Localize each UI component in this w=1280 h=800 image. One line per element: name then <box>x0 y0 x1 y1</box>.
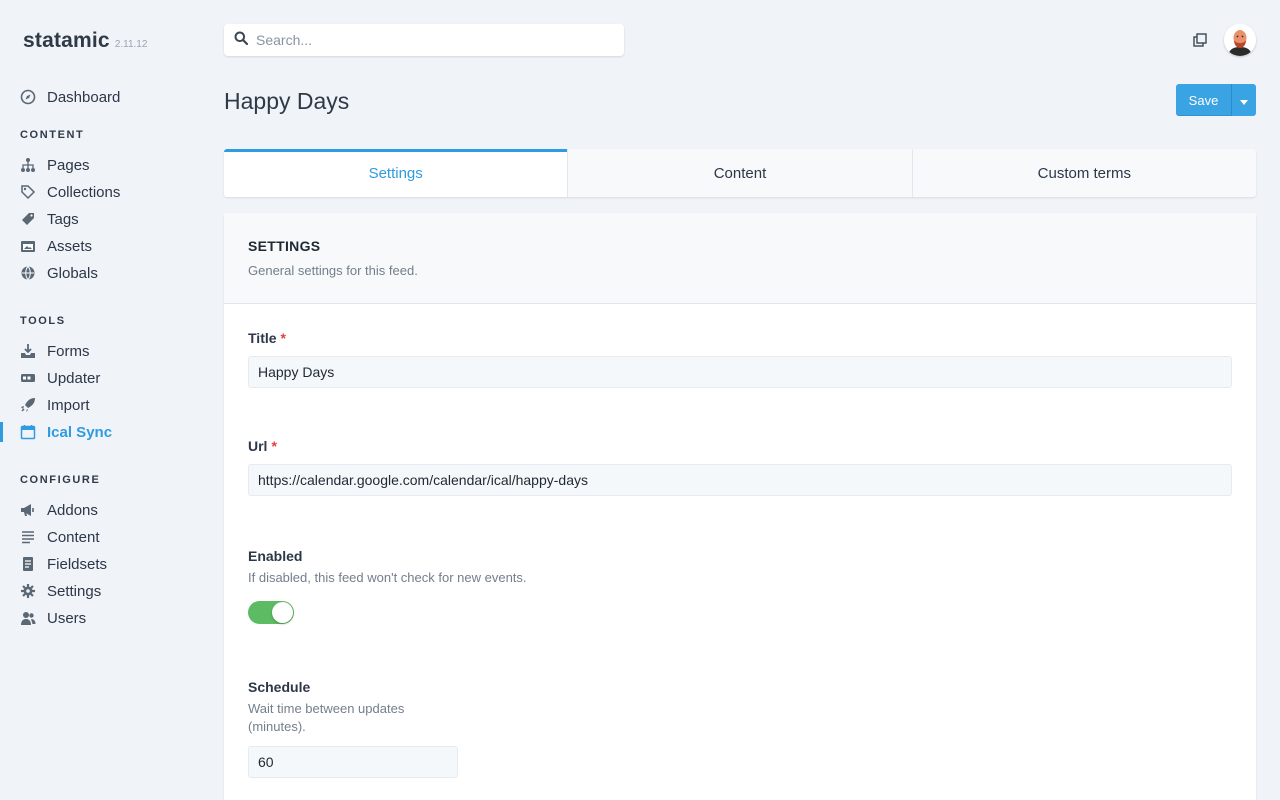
sidebar-item-import[interactable]: Import <box>20 395 90 415</box>
tags-icon <box>20 184 36 200</box>
toggle-knob <box>272 602 293 623</box>
sidebar-item-label: Settings <box>47 582 102 600</box>
title-field[interactable] <box>248 356 1232 388</box>
search-bar[interactable] <box>224 24 624 56</box>
globe-icon <box>20 265 36 281</box>
users-icon <box>20 610 36 626</box>
sidebar-item-collections[interactable]: Collections <box>20 182 120 202</box>
sidebar-item-forms[interactable]: Forms <box>20 341 90 361</box>
sidebar-item-label: Collections <box>47 183 121 201</box>
title-label: Title * <box>248 330 286 346</box>
document-icon <box>20 556 36 572</box>
page-title: Happy Days <box>224 88 350 114</box>
sidebar-item-content[interactable]: Content <box>20 527 100 547</box>
required-marker: * <box>280 330 286 346</box>
gear-icon <box>20 583 36 599</box>
sidebar-item-label: Fieldsets <box>47 555 108 573</box>
sidebar-item-label: Assets <box>47 237 93 255</box>
sidebar-item-label: Ical Sync <box>47 423 113 441</box>
save-options-button[interactable] <box>1231 84 1256 116</box>
brand-logo[interactable]: statamic 2.11.12 <box>23 29 147 53</box>
url-field[interactable] <box>248 464 1232 496</box>
enabled-help: If disabled, this feed won't check for n… <box>248 570 527 585</box>
tab-settings[interactable]: Settings <box>224 149 568 197</box>
enabled-label: Enabled <box>248 548 303 564</box>
sidebar-item-label: Users <box>47 609 87 627</box>
search-input[interactable] <box>256 32 596 48</box>
settings-card: SETTINGS General settings for this feed.… <box>224 213 1256 800</box>
tab-custom-terms[interactable]: Custom terms <box>911 149 1256 197</box>
compass-icon <box>20 89 36 105</box>
search-icon <box>234 31 249 50</box>
lines-icon <box>20 529 36 545</box>
sidebar-item-label: Pages <box>47 156 90 174</box>
sidebar-item-addons[interactable]: Addons <box>20 500 98 520</box>
caret-down-icon <box>1240 93 1248 108</box>
megaphone-icon <box>20 502 36 518</box>
sidebar-item-assets[interactable]: Assets <box>20 236 92 256</box>
sidebar-item-globals[interactable]: Globals <box>20 263 98 283</box>
external-link-icon[interactable] <box>1192 32 1208 48</box>
sidebar-item-label: Import <box>47 396 90 414</box>
section-description: General settings for this feed. <box>248 263 418 278</box>
sidebar-item-users[interactable]: Users <box>20 608 86 628</box>
sidebar-section-tools: TOOLS <box>20 315 66 327</box>
save-button-group: Save <box>1176 84 1256 116</box>
section-header: SETTINGS General settings for this feed. <box>224 213 1256 304</box>
sidebar-item-label: Forms <box>47 342 90 360</box>
sidebar-item-label: Dashboard <box>47 88 121 106</box>
sidebar-item-label: Globals <box>47 264 98 282</box>
required-marker: * <box>271 438 277 454</box>
url-label: Url * <box>248 438 277 454</box>
enabled-toggle[interactable] <box>248 601 294 624</box>
sidebar-item-ical-sync[interactable]: Ical Sync <box>20 422 112 442</box>
sidebar-item-label: Updater <box>47 369 101 387</box>
schedule-field[interactable] <box>248 746 458 778</box>
brand-version: 2.11.12 <box>114 39 148 50</box>
sidebar-item-dashboard[interactable]: Dashboard <box>20 87 120 107</box>
sidebar-item-pages[interactable]: Pages <box>20 155 90 175</box>
sidebar-section-configure: CONFIGURE <box>20 474 101 486</box>
sidebar-item-fieldsets[interactable]: Fieldsets <box>20 554 107 574</box>
folder-image-icon <box>20 238 36 254</box>
download-tray-icon <box>20 343 36 359</box>
brand-name: statamic <box>23 29 110 52</box>
schedule-label: Schedule <box>248 679 311 695</box>
sidebar-item-label: Addons <box>47 501 98 519</box>
sidebar-item-label: Content <box>47 528 100 546</box>
active-indicator <box>0 422 3 442</box>
save-button[interactable]: Save <box>1176 84 1231 116</box>
calendar-icon <box>20 424 36 440</box>
sidebar: statamic 2.11.12 Dashboard CONTENT Pages… <box>0 0 200 800</box>
updater-icon <box>20 370 36 386</box>
rocket-icon <box>20 397 36 413</box>
tab-content[interactable]: Content <box>567 149 911 197</box>
schedule-help: Wait time between updates (minutes). <box>248 701 405 734</box>
sidebar-item-tags[interactable]: Tags <box>20 209 79 229</box>
sidebar-item-updater[interactable]: Updater <box>20 368 100 388</box>
sidebar-item-label: Tags <box>47 210 79 228</box>
tab-bar: Settings Content Custom terms <box>224 149 1256 197</box>
tag-icon <box>20 211 36 227</box>
section-title: SETTINGS <box>248 238 321 254</box>
sitemap-icon <box>20 157 36 173</box>
sidebar-item-settings[interactable]: Settings <box>20 581 101 601</box>
sidebar-section-content: CONTENT <box>20 129 85 141</box>
avatar[interactable] <box>1224 24 1256 56</box>
